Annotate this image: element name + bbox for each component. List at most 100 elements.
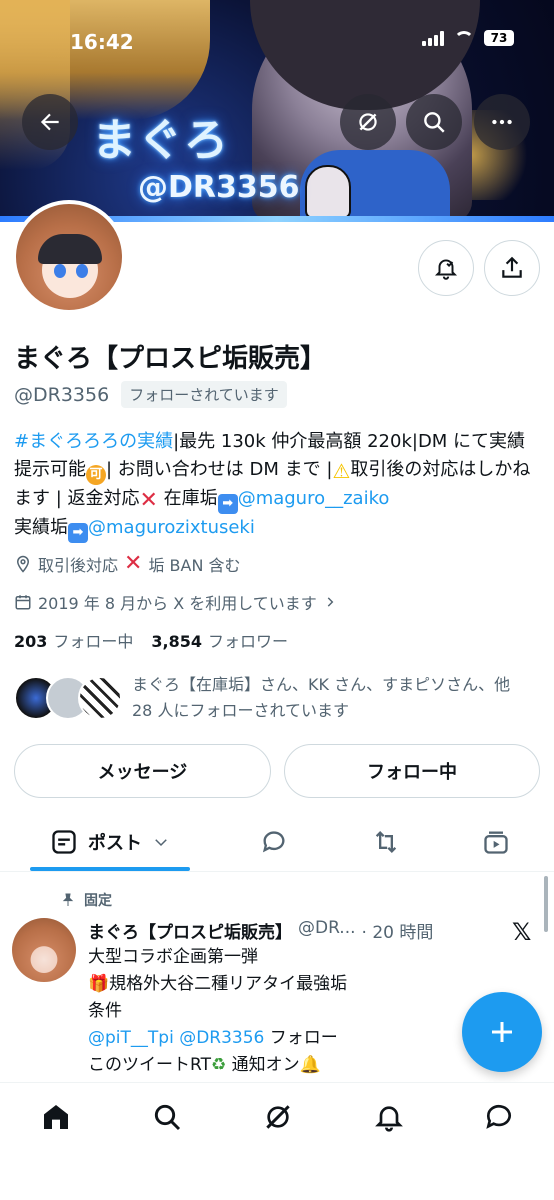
location-row: 取引後対応 ✕ 垢 BAN 含む — [14, 552, 241, 576]
followers-link[interactable]: 3,854 フォロワー — [151, 628, 288, 652]
tab-posts-label: ポスト — [88, 833, 142, 854]
post-line-3: 条件 — [88, 1001, 122, 1021]
more-icon — [492, 119, 512, 125]
share-button[interactable] — [484, 240, 540, 296]
tab-active-indicator — [30, 867, 190, 871]
bio-text-5: 実績垢 — [14, 517, 68, 538]
profile-tabs: ポスト — [0, 812, 554, 872]
banner-mini-figure — [305, 165, 351, 219]
reply-bubble-icon — [262, 831, 285, 853]
signal-icon — [422, 30, 444, 46]
post-mentions[interactable]: @piT__Tpi @DR3356 — [88, 1028, 264, 1048]
gift-emoji-icon: 🎁 — [88, 974, 110, 994]
location-pin-icon — [16, 555, 30, 573]
followers-count: 3,854 — [151, 632, 203, 651]
bio-mention-zaiko[interactable]: @maguro__zaiko — [238, 488, 390, 509]
search-button[interactable] — [406, 94, 462, 150]
post-author-name[interactable]: まぐろ【プロスピ垢販売】 — [88, 918, 292, 943]
location-suffix: 垢 BAN 含む — [148, 556, 241, 575]
search-icon — [424, 112, 445, 133]
back-button[interactable] — [22, 94, 78, 150]
chevron-down-icon — [155, 839, 167, 847]
follow-counts: 203 フォロー中 3,854 フォロワー — [14, 628, 288, 652]
post-line-4-text: フォロー — [264, 1028, 338, 1048]
warning-emoji-icon: ⚠ — [332, 459, 351, 483]
status-icons: 73 — [422, 30, 514, 46]
bio-text-4: 在庫垢 — [157, 488, 218, 509]
nav-messages[interactable] — [483, 1101, 515, 1133]
tab-media[interactable] — [466, 812, 526, 872]
nav-home[interactable] — [40, 1101, 72, 1133]
cross-emoji-icon: ✕ — [124, 551, 143, 576]
following-label: フォロー中 — [53, 632, 134, 651]
post-body[interactable]: 大型コラボ企画第一弾 🎁規格外大谷二種リアタイ最強垢 条件 @piT__Tpi … — [88, 944, 468, 1079]
status-time: 16:42 — [70, 30, 134, 54]
joined-row[interactable]: 2019 年 8 月から X を利用しています — [14, 590, 337, 614]
avatar-hair — [38, 234, 102, 264]
scrollbar[interactable] — [544, 876, 548, 932]
avatar-eye-right — [76, 264, 88, 278]
message-bubble-icon — [486, 1104, 511, 1129]
banner-handle-art: @DR3356 — [138, 170, 300, 205]
follower-avatar — [78, 676, 122, 720]
repost-icon — [375, 831, 397, 853]
recycle-emoji-icon: ♻ — [210, 1055, 227, 1075]
bottom-nav — [0, 1082, 554, 1200]
share-icon — [502, 256, 522, 278]
nav-notifications[interactable] — [373, 1101, 405, 1133]
following-link[interactable]: 203 フォロー中 — [14, 628, 133, 652]
tab-posts[interactable]: ポスト — [30, 812, 190, 872]
tab-replies[interactable] — [244, 812, 304, 872]
post-header: まぐろ【プロスピ垢販売】 @DR... · 20 時間 — [88, 918, 433, 943]
profile-bio: #まぐろろろの実績|最先 130k 仲介最高額 220k|DM にて実績提示可能… — [14, 428, 540, 543]
followed-by-avatars[interactable] — [14, 672, 124, 724]
banner-name-art: まぐろ — [92, 115, 230, 166]
following-count: 203 — [14, 632, 48, 651]
profile-avatar[interactable] — [12, 200, 126, 314]
home-icon — [44, 1105, 68, 1129]
search-icon — [154, 1104, 181, 1131]
profile-handle: @DR3356 — [14, 383, 110, 406]
avatar-eye-left — [54, 264, 66, 278]
pinned-label: 固定 — [84, 893, 112, 909]
arrow-left-icon — [40, 113, 59, 131]
more-button[interactable] — [474, 94, 530, 150]
following-button[interactable]: フォロー中 — [284, 744, 540, 798]
nav-grok[interactable] — [262, 1101, 294, 1133]
post-line-2: 規格外大谷二種リアタイ最強垢 — [109, 974, 348, 994]
handle-row: @DR3356 フォローされています — [14, 381, 287, 408]
nav-search[interactable] — [151, 1101, 183, 1133]
profile-display-name: まぐろ【プロスピ垢販売】 — [14, 344, 327, 374]
cross-emoji-icon: ✕ — [139, 488, 158, 513]
tab-reposts[interactable] — [356, 812, 416, 872]
x-logo-icon: 𝕏 — [512, 918, 532, 946]
battery-icon: 73 — [484, 30, 514, 46]
bell-emoji-icon: 🔔 — [299, 1055, 321, 1075]
post-author-handle: @DR... — [298, 918, 356, 938]
grok-icon — [266, 1105, 290, 1129]
right-arrow-emoji-icon: ➡ — [68, 523, 88, 543]
notification-bell-button[interactable] — [418, 240, 474, 296]
follows-you-badge: フォローされています — [121, 381, 287, 408]
followers-label: フォロワー — [208, 632, 289, 651]
post-line-1: 大型コラボ企画第一弾 — [88, 947, 258, 967]
post-line-5b: 通知オン — [226, 1055, 300, 1075]
post-author-avatar[interactable] — [12, 918, 76, 982]
posts-icon — [52, 830, 76, 854]
grok-button[interactable] — [340, 94, 396, 150]
calendar-icon — [15, 595, 31, 610]
message-button[interactable]: メッセージ — [14, 744, 271, 798]
post-time: · 20 時間 — [361, 923, 434, 943]
pinned-indicator: 固定 — [60, 890, 112, 910]
compose-button[interactable] — [462, 992, 542, 1072]
grok-icon — [359, 113, 377, 131]
post-line-5: このツイートRT — [88, 1055, 211, 1075]
joined-text: 2019 年 8 月から X を利用しています — [38, 594, 317, 613]
followed-by-text[interactable]: まぐろ【在庫垢】さん、KK さん、すまピソさん、他 28 人にフォローされていま… — [132, 672, 532, 724]
bell-icon — [375, 1106, 403, 1132]
plus-icon — [492, 1022, 512, 1042]
bio-mention-zixtuseki[interactable]: @magurozixtuseki — [88, 517, 255, 538]
location-text: 取引後対応 — [38, 556, 119, 575]
bio-hashtag-link[interactable]: #まぐろろろの実績 — [14, 431, 173, 452]
wifi-icon — [454, 31, 474, 45]
